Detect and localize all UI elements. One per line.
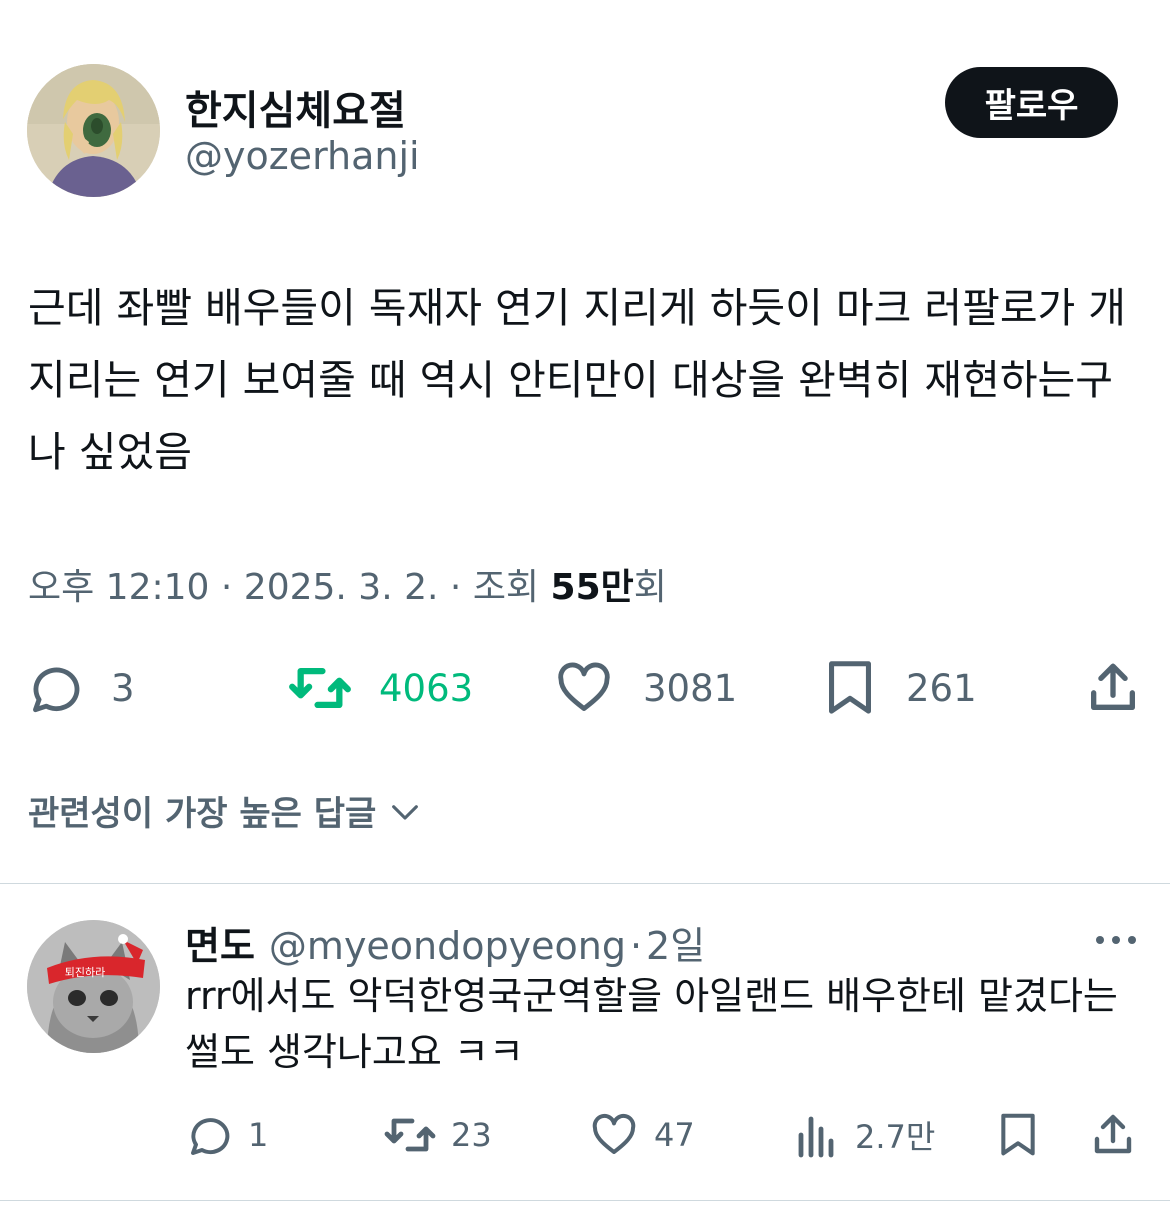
heart-icon xyxy=(592,1113,636,1154)
reply-sort-label: 관련성이 가장 높은 답글 xyxy=(28,794,377,834)
reply-like-button[interactable]: 47 xyxy=(590,1110,695,1160)
more-options-button[interactable] xyxy=(1094,930,1138,954)
tweet-meta: 오후 12:10 · 2025. 3. 2. · 조회 55만회 xyxy=(28,558,667,610)
share-button[interactable] xyxy=(1084,658,1142,718)
meta-separator: · xyxy=(449,567,462,608)
reply-icon xyxy=(33,667,80,713)
retweet-icon xyxy=(289,667,351,709)
retweet-button[interactable]: 4063 xyxy=(287,658,473,718)
author-handle[interactable]: @yozerhanji xyxy=(185,134,420,178)
reply-author-avatar[interactable]: 퇴진하라 xyxy=(27,920,160,1053)
more-icon xyxy=(1096,936,1136,944)
follow-button[interactable]: 팔로우 xyxy=(945,67,1118,138)
reply-retweet-button[interactable]: 23 xyxy=(383,1110,492,1160)
meta-separator: · xyxy=(629,924,643,968)
retweet-icon xyxy=(384,1118,436,1152)
heart-icon xyxy=(558,662,610,711)
chevron-down-icon xyxy=(392,804,419,820)
reply-count: 3 xyxy=(111,666,135,710)
analytics-icon xyxy=(798,1116,834,1158)
bookmark-icon xyxy=(1001,1113,1035,1156)
reply-icon xyxy=(191,1118,230,1155)
reply-author-name[interactable]: 면도 xyxy=(185,915,255,970)
tweet-time[interactable]: 오후 12:10 xyxy=(28,567,209,608)
tweet-date[interactable]: 2025. 3. 2. xyxy=(244,567,439,608)
views-label: 조회 xyxy=(472,567,540,608)
author-name[interactable]: 한지심체요절 xyxy=(185,78,406,136)
reply-share-button[interactable] xyxy=(1089,1110,1137,1160)
reply-like-count: 47 xyxy=(654,1116,695,1154)
reply-text: rrr에서도 악덕한영국군역할을 아일랜드 배우한테 맡겼다는 썰도 생각나고요… xyxy=(185,974,1118,1074)
bookmark-button[interactable]: 261 xyxy=(822,658,977,718)
tweet-text: 근데 좌빨 배우들이 독재자 연기 지리게 하듯이 마크 러팔로가 개지리는 연… xyxy=(28,284,1127,476)
avatar-banner-text: 퇴진하라 xyxy=(65,965,105,979)
reply-sort-dropdown[interactable]: 관련성이 가장 높은 답글 xyxy=(28,786,422,835)
views-count: 55만 xyxy=(550,567,634,608)
share-icon xyxy=(1091,663,1135,710)
meta-separator: · xyxy=(220,567,233,608)
reply-time[interactable]: 2일 xyxy=(646,915,705,970)
divider xyxy=(0,1200,1170,1201)
views-suffix: 회 xyxy=(633,567,667,608)
reply-views-button[interactable]: 2.7만 xyxy=(795,1110,935,1160)
retweet-count: 4063 xyxy=(379,666,474,710)
reply-views-count: 2.7만 xyxy=(855,1118,936,1156)
bookmark-icon xyxy=(829,661,871,714)
author-avatar[interactable] xyxy=(27,64,160,197)
like-count: 3081 xyxy=(643,666,738,710)
reply-button[interactable]: 3 xyxy=(27,658,135,718)
reply-retweet-count: 23 xyxy=(451,1116,492,1154)
bookmark-count: 261 xyxy=(906,666,977,710)
reply-header: 면도 @myeondopyeong · 2일 xyxy=(185,915,705,970)
reply-reply-button[interactable]: 1 xyxy=(186,1110,268,1160)
share-icon xyxy=(1094,1114,1132,1154)
reply-author-handle[interactable]: @myeondopyeong xyxy=(269,924,626,968)
divider xyxy=(0,883,1170,884)
reply-bookmark-button[interactable] xyxy=(996,1110,1040,1160)
reply-reply-count: 1 xyxy=(248,1116,269,1154)
like-button[interactable]: 3081 xyxy=(555,658,737,718)
